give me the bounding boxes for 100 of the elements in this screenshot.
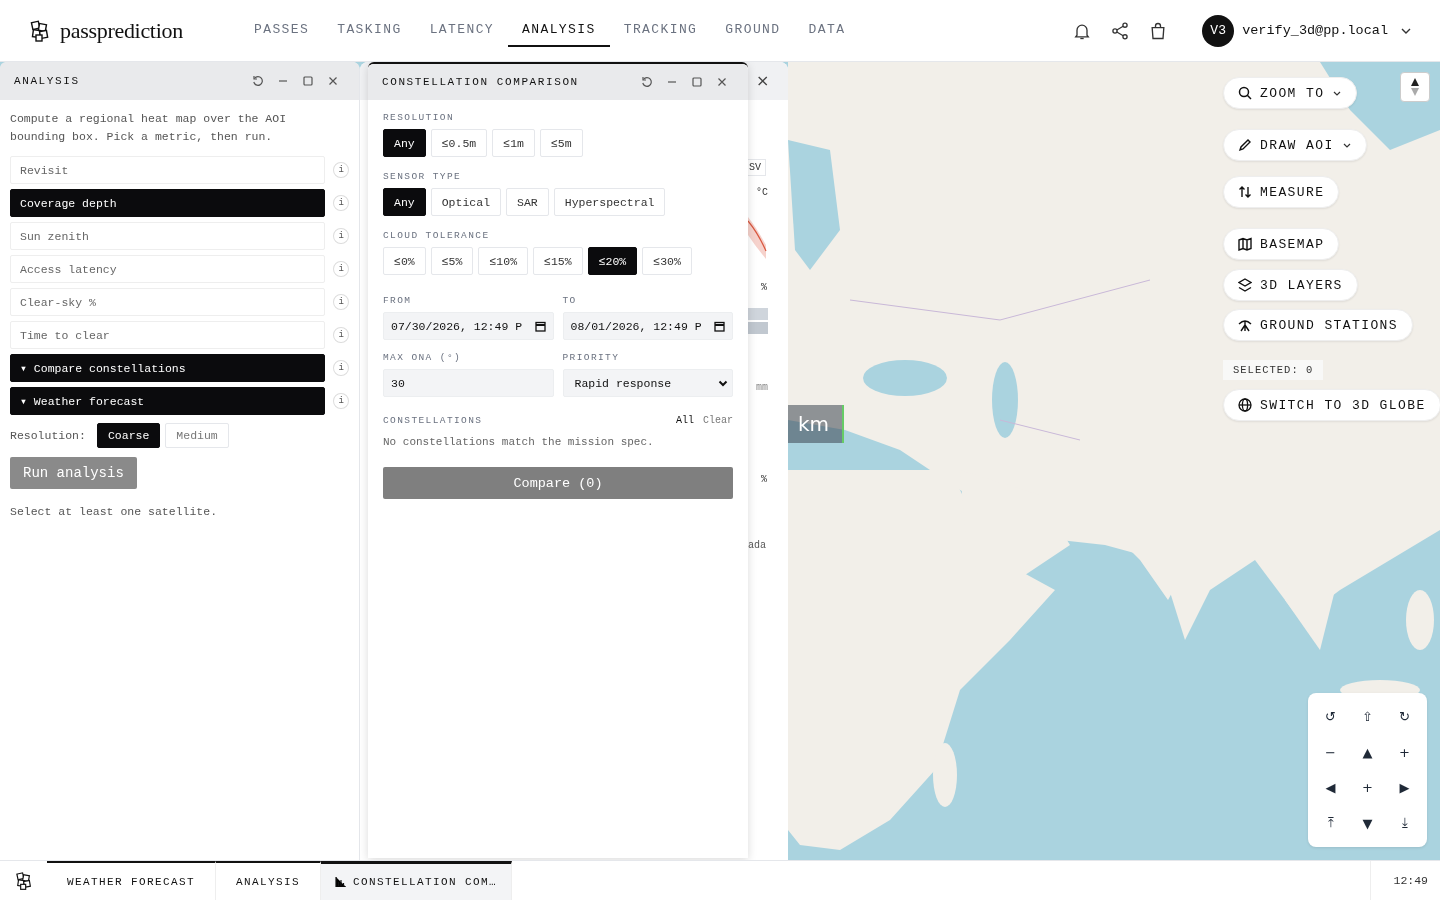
filter-chip[interactable]: Any: [383, 188, 426, 216]
nav-tab[interactable]: PASSES: [240, 0, 324, 47]
nav-pad-button[interactable]: ↻: [1386, 699, 1423, 735]
metric-option[interactable]: Clear-sky %: [10, 288, 326, 316]
map-tool-button[interactable]: BASEMAP: [1223, 228, 1340, 260]
share-icon[interactable]: [1110, 20, 1131, 41]
selected-count: SELECTED: 0: [1223, 360, 1324, 380]
map-tool-button[interactable]: MEASURE: [1223, 176, 1340, 208]
section-label: CLOUD TOLERANCE: [383, 230, 491, 241]
globe-icon: [1238, 398, 1252, 412]
weather-text: mm: [756, 382, 768, 393]
description-text: Compute a regional heat map over the AOI bounding box. Pick a metric, then run.: [10, 111, 288, 145]
section-label: SENSOR TYPE: [383, 171, 463, 182]
close-icon[interactable]: [716, 76, 728, 88]
metric-option[interactable]: Revisit: [10, 156, 326, 184]
filter-chip[interactable]: ≤5m: [539, 129, 583, 157]
taskbar-tab[interactable]: WEATHER FORECAST: [47, 861, 217, 900]
filter-chip[interactable]: ≤1m: [492, 129, 535, 157]
field-label: FROM: [383, 295, 413, 306]
nav-pad-button[interactable]: +: [1386, 734, 1423, 770]
scale-label: km: [788, 405, 844, 443]
map-tool-button[interactable]: DRAW AOI: [1223, 129, 1367, 161]
close-icon[interactable]: [327, 75, 339, 87]
close-button[interactable]: ×: [754, 71, 772, 90]
logo-icon[interactable]: [13, 870, 34, 891]
reset-icon[interactable]: [641, 76, 653, 88]
nav-tab[interactable]: DATA: [794, 0, 860, 47]
switch-globe-button[interactable]: SWITCH TO 3D GLOBE: [1223, 389, 1440, 421]
filter-chip[interactable]: ≤30%: [642, 247, 692, 275]
user-email[interactable]: verify_3d@pp.local: [1242, 23, 1388, 38]
taskbar-tab[interactable]: ANALYSIS: [216, 861, 322, 900]
filter-chip[interactable]: SAR: [506, 188, 549, 216]
map-icon: [1238, 237, 1252, 251]
map-tool-button[interactable]: GROUND STATIONS: [1223, 309, 1414, 341]
weather-text: °C: [756, 187, 768, 198]
metric-option[interactable]: Coverage depth: [10, 189, 326, 217]
filter-chip[interactable]: ≤15%: [533, 247, 583, 275]
resolution-label: Resolution:: [10, 429, 86, 442]
taskbar-tab[interactable]: CONSTELLATION COM…: [321, 861, 513, 900]
layers-icon: [1238, 278, 1252, 292]
bar-fragment: [748, 308, 768, 334]
brand-name[interactable]: passprediction: [60, 17, 183, 44]
date-field[interactable]: 07/30/2026, 12:49 P: [383, 312, 554, 340]
metric-option[interactable]: ▾ Compare constellations: [10, 354, 326, 382]
filter-chip[interactable]: ≤0.5m: [430, 129, 488, 157]
hint-text: Select at least one satellite.: [10, 505, 219, 518]
weather-text: %: [761, 474, 767, 485]
nav-pad-button[interactable]: ⤒: [1312, 805, 1349, 841]
nav-pad-button[interactable]: ▼: [1349, 805, 1386, 841]
filter-chip[interactable]: Hyperspectral: [553, 188, 666, 216]
filter-chip[interactable]: ≤5%: [430, 247, 474, 275]
window-title: ANALYSIS: [14, 75, 80, 87]
metric-option[interactable]: Access latency: [10, 255, 326, 283]
priority-select[interactable]: Rapid response: [562, 369, 733, 397]
filter-chip[interactable]: Any: [383, 129, 426, 157]
max-ona-input[interactable]: 30: [383, 369, 554, 397]
nav-pad-button[interactable]: ▶: [1386, 770, 1423, 806]
compass-button[interactable]: [1400, 72, 1430, 102]
list-action-link[interactable]: Clear: [703, 415, 733, 432]
maximize-icon[interactable]: [691, 76, 703, 88]
nav-tab[interactable]: TRACKING: [609, 0, 712, 47]
nav-tab[interactable]: GROUND: [711, 0, 795, 47]
weather-text: %: [761, 282, 767, 293]
nav-tab[interactable]: ANALYSIS: [508, 0, 610, 47]
section-label: RESOLUTION: [383, 112, 455, 123]
metric-option[interactable]: Sun zenith: [10, 222, 326, 250]
nav-tab[interactable]: TASKING: [323, 0, 416, 47]
nav-pad-button[interactable]: ⤓: [1386, 805, 1423, 841]
nav-tab[interactable]: LATENCY: [415, 0, 509, 47]
map-tool-button[interactable]: 3D LAYERS: [1223, 269, 1358, 301]
calendar-icon: [534, 320, 546, 332]
list-action-link[interactable]: All: [675, 415, 694, 432]
window-title: CONSTELLATION COMPARISON: [382, 76, 579, 88]
nav-pad-button[interactable]: ▲: [1349, 734, 1386, 770]
filter-chip[interactable]: ≤0%: [383, 247, 426, 275]
date-field[interactable]: 08/01/2026, 12:49 P: [562, 312, 733, 340]
map-tool-button[interactable]: ZOOM TO: [1223, 77, 1358, 109]
resolution-option[interactable]: Coarse: [96, 423, 161, 448]
nav-pad-button[interactable]: +: [1349, 770, 1386, 806]
nav-pad-button[interactable]: ⇧: [1349, 699, 1386, 735]
pencil-icon: [1238, 138, 1252, 152]
nav-pad-button[interactable]: ↺: [1312, 699, 1349, 735]
field-label: TO: [562, 295, 578, 306]
up-down-arrows-icon: [1238, 185, 1252, 199]
reset-icon[interactable]: [252, 75, 264, 87]
filter-chip[interactable]: Optical: [430, 188, 502, 216]
avatar[interactable]: V3: [1202, 14, 1235, 47]
metric-option[interactable]: ▾ Weather forecast: [10, 387, 326, 415]
weather-text: ada: [748, 540, 766, 551]
chevron-icon: [718, 378, 728, 388]
maximize-icon[interactable]: [302, 75, 314, 87]
field-label: PRIORITY: [562, 352, 621, 363]
filter-chip[interactable]: ≤20%: [587, 247, 638, 275]
nav-pad-button[interactable]: −: [1312, 734, 1349, 770]
nav-pad-button[interactable]: ◀: [1312, 770, 1349, 806]
filter-chip[interactable]: ≤10%: [478, 247, 529, 275]
field-label: MAX ONA (°): [383, 352, 463, 363]
resolution-option[interactable]: Medium: [165, 423, 229, 448]
metric-option[interactable]: Time to clear: [10, 321, 326, 349]
section-label: CONSTELLATIONS: [383, 415, 483, 426]
